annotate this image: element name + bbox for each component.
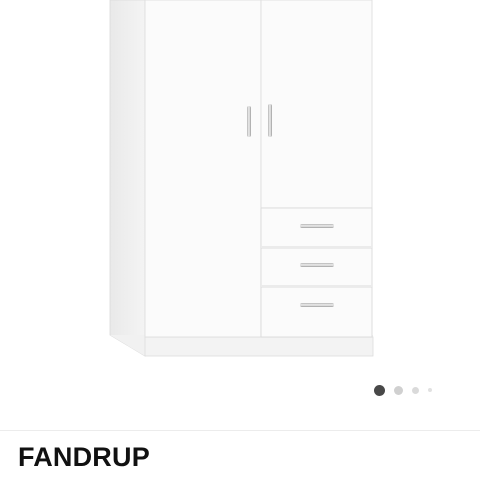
- product-image-carousel[interactable]: [0, 0, 480, 430]
- carousel-dot[interactable]: [412, 386, 419, 394]
- carousel-dot[interactable]: [428, 388, 432, 392]
- carousel-pagination: [374, 384, 432, 396]
- divider: [0, 430, 480, 431]
- carousel-dot-active[interactable]: [374, 384, 385, 396]
- wardrobe-image[interactable]: [0, 0, 480, 380]
- carousel-dot[interactable]: [394, 385, 403, 395]
- product-title: FANDRUP: [18, 442, 150, 472]
